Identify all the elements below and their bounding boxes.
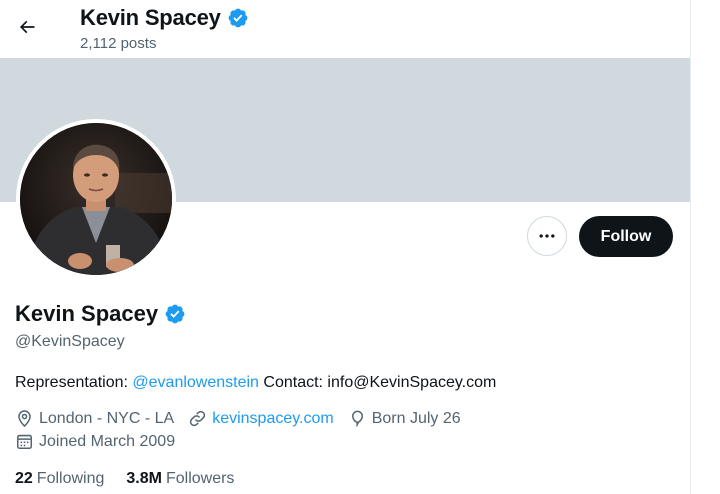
profile-meta: London - NYC - LA kevinspacey.com Born J…: [15, 409, 475, 428]
header-name: Kevin Spacey: [80, 5, 221, 30]
location-pin-icon: [18, 410, 31, 428]
website-link[interactable]: kevinspacey.com: [212, 410, 334, 428]
birthday-item: Born July 26: [348, 409, 461, 428]
birthday-text: Born July 26: [371, 409, 461, 427]
follow-button[interactable]: Follow: [579, 216, 673, 257]
bio-mention-link[interactable]: @evanlowenstein: [132, 374, 259, 391]
calendar-icon: [17, 434, 32, 449]
followers-count: 3.8M: [126, 470, 162, 487]
profile-bio: Representation: @evanlowenstein Contact:…: [15, 374, 496, 392]
joined-text: Joined March 2009: [39, 432, 176, 450]
column-divider: [690, 0, 691, 494]
avatar-portrait: [20, 123, 172, 275]
profile-meta-joined: Joined March 2009: [15, 432, 189, 451]
following-count: 22: [15, 470, 33, 487]
location-item: London - NYC - LA: [15, 409, 174, 428]
profile-handle: @KevinSpacey: [15, 333, 125, 350]
bio-suffix: Contact: info@KevinSpacey.com: [258, 374, 497, 391]
profile-name: Kevin Spacey: [15, 301, 159, 326]
verified-badge-icon: [228, 8, 248, 28]
followers-label: Followers: [165, 470, 235, 487]
link-icon: [190, 410, 206, 427]
header-title: Kevin Spacey: [80, 3, 249, 33]
following-label: Following: [36, 470, 105, 487]
avatar[interactable]: [16, 119, 176, 279]
balloon-icon: [351, 410, 363, 427]
more-button[interactable]: [527, 216, 567, 256]
profile-header-bar: Kevin Spacey 2,112 posts: [0, 0, 690, 58]
post-count: 2,112 posts: [80, 35, 157, 52]
followers-link[interactable]: 3.8M Followers: [126, 470, 234, 488]
location-text: London - NYC - LA: [39, 409, 175, 427]
profile-page: Kevin Spacey 2,112 posts Follow Kevin Sp…: [0, 0, 720, 494]
website-item[interactable]: kevinspacey.com: [188, 409, 334, 428]
follow-stats: 22 Following 3.8M Followers: [15, 470, 256, 488]
profile-name-row: Kevin Spacey: [15, 299, 186, 329]
following-link[interactable]: 22 Following: [15, 470, 104, 488]
bio-prefix: Representation:: [15, 374, 133, 391]
more-horizontal-icon: [539, 234, 555, 238]
avatar-photo: [20, 123, 172, 275]
back-button[interactable]: [10, 10, 44, 44]
arrow-left-icon: [19, 20, 35, 34]
verified-badge-icon[interactable]: [164, 303, 186, 325]
joined-item: Joined March 2009: [15, 432, 175, 451]
